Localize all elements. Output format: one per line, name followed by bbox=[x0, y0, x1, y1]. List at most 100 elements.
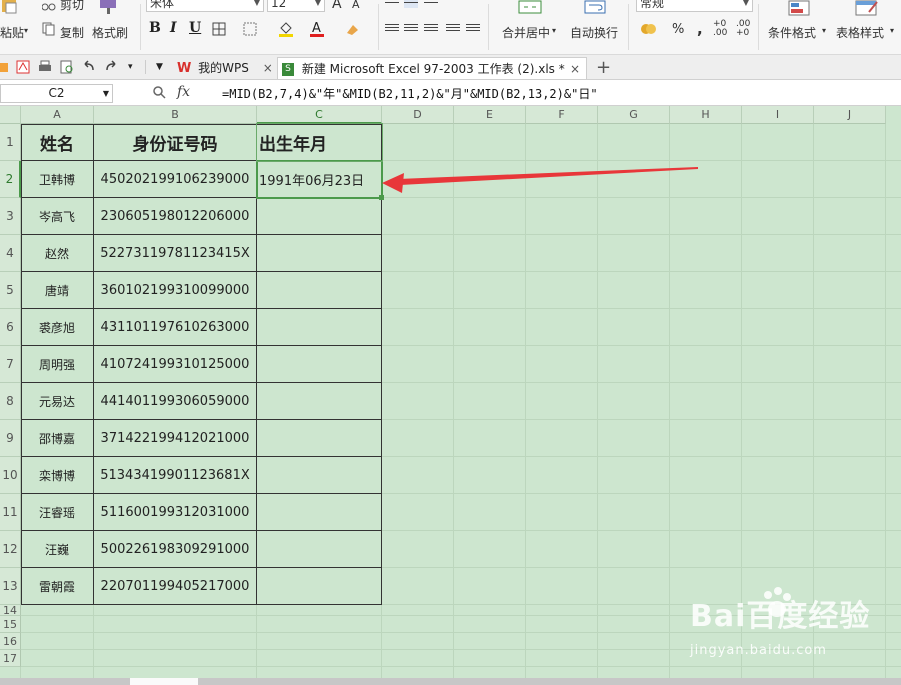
column-header-g[interactable]: G bbox=[598, 106, 670, 124]
redo-icon[interactable] bbox=[104, 60, 118, 74]
distribute-icon[interactable] bbox=[466, 24, 480, 36]
birth-date-cell[interactable] bbox=[257, 272, 382, 309]
name-box[interactable]: C2 ▼ bbox=[0, 84, 113, 103]
scrollbar-thumb[interactable] bbox=[130, 678, 198, 685]
font-size-select[interactable]: 12 ▼ bbox=[267, 0, 325, 12]
merge-center-icon[interactable] bbox=[518, 0, 542, 16]
paste-dropdown-icon[interactable]: ▾ bbox=[24, 26, 28, 35]
merge-dropdown-icon[interactable]: ▾ bbox=[552, 26, 556, 35]
cut-button[interactable]: 剪切 bbox=[60, 0, 84, 13]
id-number-cell[interactable]: 230605198012206000 bbox=[94, 198, 257, 235]
tab-my-wps[interactable]: W 我的WPS × bbox=[177, 57, 273, 79]
increase-decimal-button[interactable]: +0.00 bbox=[713, 20, 727, 38]
id-number-cell[interactable]: 441401199306059000 bbox=[94, 383, 257, 420]
align-top-center-icon[interactable] bbox=[404, 0, 418, 8]
more-dropdown-icon[interactable]: ▼ bbox=[156, 60, 170, 74]
table-style-button[interactable]: 表格样式 bbox=[836, 24, 884, 41]
name-cell[interactable]: 栾博博 bbox=[21, 457, 94, 494]
name-cell[interactable]: 周明强 bbox=[21, 346, 94, 383]
name-cell[interactable]: 汪睿瑶 bbox=[21, 494, 94, 531]
row-header-6[interactable]: 6 bbox=[0, 309, 21, 346]
table-header-cell[interactable]: 姓名 bbox=[21, 124, 94, 161]
font-name-select[interactable]: 宋体 ▼ bbox=[146, 0, 264, 12]
paste-icon[interactable] bbox=[0, 0, 22, 14]
row-header-15[interactable]: 15 bbox=[0, 616, 21, 633]
comma-button[interactable]: , bbox=[697, 20, 703, 38]
row-header-9[interactable]: 9 bbox=[0, 420, 21, 457]
row-header-13[interactable]: 13 bbox=[0, 568, 21, 605]
table-style-dropdown-icon[interactable]: ▾ bbox=[890, 26, 894, 35]
birth-date-cell[interactable] bbox=[257, 198, 382, 235]
undo-icon[interactable] bbox=[82, 60, 96, 74]
row-header-2[interactable]: 2 bbox=[0, 161, 21, 198]
pdf-export-icon[interactable] bbox=[16, 60, 30, 74]
birth-date-cell[interactable] bbox=[257, 309, 382, 346]
merge-center-button[interactable]: 合并居中 bbox=[502, 24, 550, 41]
name-cell[interactable]: 赵然 bbox=[21, 235, 94, 272]
column-header-a[interactable]: A bbox=[21, 106, 94, 124]
id-number-cell[interactable]: 371422199412021000 bbox=[94, 420, 257, 457]
table-style-icon[interactable] bbox=[855, 0, 879, 18]
birth-date-cell[interactable] bbox=[257, 383, 382, 420]
align-left-icon[interactable] bbox=[385, 24, 399, 36]
grid-border-icon[interactable] bbox=[243, 22, 257, 36]
conditional-format-icon[interactable] bbox=[788, 0, 810, 18]
conditional-format-button[interactable]: 条件格式 bbox=[768, 24, 816, 41]
birth-date-cell[interactable] bbox=[257, 420, 382, 457]
fx-icon[interactable]: fx bbox=[177, 84, 190, 100]
clear-format-icon[interactable] bbox=[345, 22, 361, 36]
row-header-5[interactable]: 5 bbox=[0, 272, 21, 309]
id-number-cell[interactable]: 410724199310125000 bbox=[94, 346, 257, 383]
row-header-8[interactable]: 8 bbox=[0, 383, 21, 420]
id-number-cell[interactable]: 52273119781123415X bbox=[94, 235, 257, 272]
justify-icon[interactable] bbox=[446, 24, 460, 36]
print-icon[interactable] bbox=[38, 60, 52, 74]
name-cell[interactable]: 元易达 bbox=[21, 383, 94, 420]
row-header-14[interactable]: 14 bbox=[0, 605, 21, 616]
row-header-1[interactable]: 1 bbox=[0, 124, 21, 161]
tab-excel-document[interactable]: S 新建 Microsoft Excel 97-2003 工作表 (2).xls… bbox=[277, 57, 587, 79]
name-cell[interactable]: 雷朝霞 bbox=[21, 568, 94, 605]
row-header-7[interactable]: 7 bbox=[0, 346, 21, 383]
cond-format-dropdown-icon[interactable]: ▾ bbox=[822, 26, 826, 35]
birth-date-cell[interactable] bbox=[257, 568, 382, 605]
customize-quick-access-icon[interactable]: ▾ bbox=[128, 60, 142, 74]
decrease-decimal-button[interactable]: .00 +0 bbox=[736, 20, 750, 38]
birth-date-cell[interactable] bbox=[257, 531, 382, 568]
font-color-icon[interactable]: A bbox=[309, 20, 325, 38]
select-all-corner[interactable] bbox=[0, 106, 21, 124]
name-cell[interactable]: 裘彦旭 bbox=[21, 309, 94, 346]
birth-date-cell[interactable] bbox=[257, 457, 382, 494]
close-icon[interactable]: × bbox=[263, 61, 273, 75]
borders-icon[interactable] bbox=[212, 22, 226, 36]
id-number-cell[interactable]: 431101197610263000 bbox=[94, 309, 257, 346]
currency-icon[interactable] bbox=[640, 22, 658, 36]
id-number-cell[interactable]: 500226198309291000 bbox=[94, 531, 257, 568]
row-header-11[interactable]: 11 bbox=[0, 494, 21, 531]
new-tab-button[interactable]: + bbox=[596, 57, 611, 79]
column-header-b[interactable]: B bbox=[94, 106, 257, 124]
font-grow-button[interactable]: A bbox=[332, 0, 342, 12]
name-cell[interactable]: 唐靖 bbox=[21, 272, 94, 309]
italic-button[interactable]: I bbox=[170, 20, 177, 36]
print-preview-icon[interactable] bbox=[60, 60, 74, 74]
paste-button[interactable]: 粘贴 bbox=[0, 24, 24, 41]
bold-button[interactable]: B bbox=[149, 20, 161, 36]
birth-date-cell[interactable] bbox=[257, 346, 382, 383]
row-header-3[interactable]: 3 bbox=[0, 198, 21, 235]
format-painter-button[interactable]: 格式刷 bbox=[92, 24, 128, 41]
table-header-cell[interactable]: 身份证号码 bbox=[94, 124, 257, 161]
id-number-cell[interactable]: 51343419901123681X bbox=[94, 457, 257, 494]
id-number-cell[interactable]: 511600199312031000 bbox=[94, 494, 257, 531]
name-cell[interactable]: 卫韩博 bbox=[21, 161, 94, 198]
folder-icon[interactable] bbox=[0, 60, 10, 74]
font-shrink-button[interactable]: A bbox=[352, 0, 360, 11]
underline-button[interactable]: U bbox=[189, 20, 201, 36]
wrap-text-button[interactable]: 自动换行 bbox=[570, 24, 618, 41]
birth-date-cell[interactable]: 1991年06月23日 bbox=[257, 161, 382, 198]
align-top-right-icon[interactable] bbox=[424, 0, 438, 8]
column-header-c[interactable]: C bbox=[257, 106, 382, 124]
fill-color-icon[interactable] bbox=[278, 20, 294, 38]
column-header-d[interactable]: D bbox=[382, 106, 454, 124]
column-header-f[interactable]: F bbox=[526, 106, 598, 124]
